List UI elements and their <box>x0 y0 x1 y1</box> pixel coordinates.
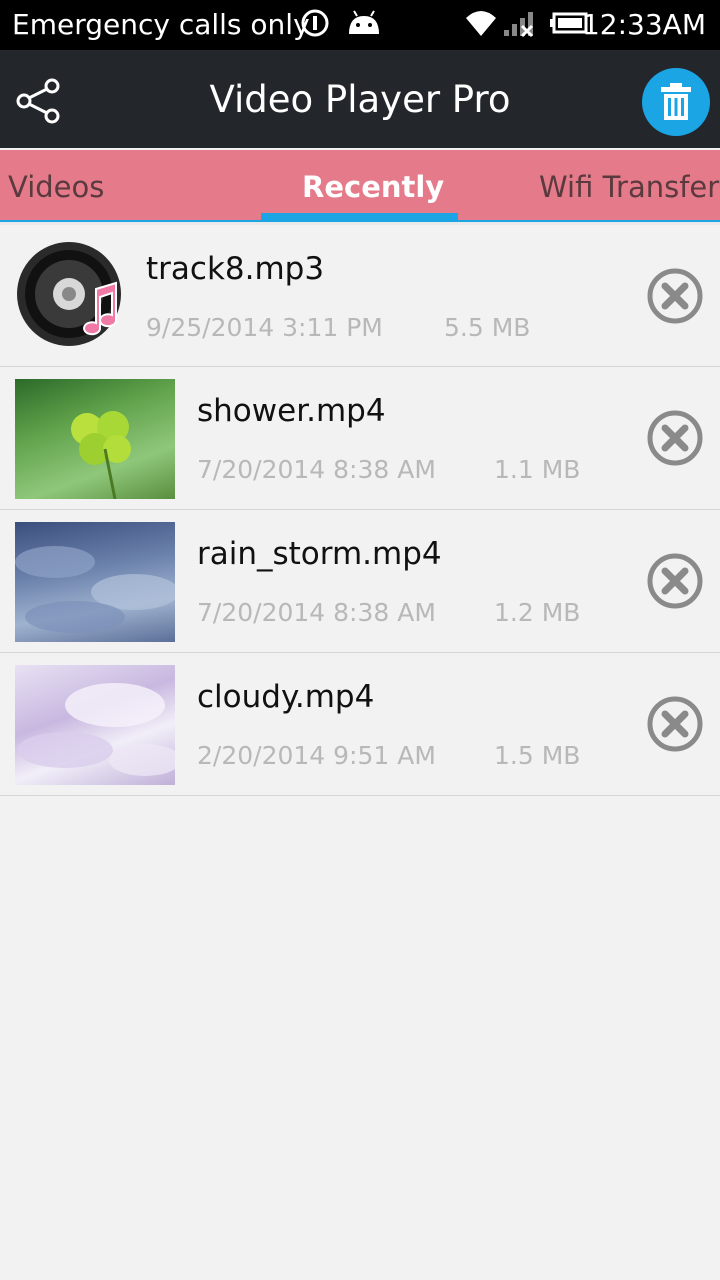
tab-videos[interactable]: Videos <box>8 170 104 204</box>
list-item[interactable]: shower.mp4 7/20/2014 8:38 AM 1.1 MB <box>0 367 720 510</box>
file-size: 1.2 MB <box>494 598 581 627</box>
close-icon <box>647 553 703 609</box>
carrier-text: Emergency calls only <box>12 8 310 41</box>
video-thumbnail <box>15 665 181 785</box>
app-title: Video Player Pro <box>209 78 511 121</box>
close-icon <box>647 410 703 466</box>
recent-files-list: track8.mp3 9/25/2014 3:11 PM 5.5 MB show… <box>0 225 720 796</box>
delete-button[interactable] <box>646 267 704 325</box>
file-date: 2/20/2014 9:51 AM <box>197 741 436 770</box>
file-size: 1.5 MB <box>494 741 581 770</box>
video-thumbnail <box>15 522 179 642</box>
tab-bar: Videos Recently Wifi Transfer <box>0 150 720 225</box>
video-thumbnail <box>15 379 175 500</box>
file-size: 1.1 MB <box>494 455 581 484</box>
android-icon <box>345 8 383 42</box>
list-item[interactable]: cloudy.mp4 2/20/2014 9:51 AM 1.5 MB <box>0 653 720 796</box>
file-date: 7/20/2014 8:38 AM <box>197 598 436 627</box>
file-name: rain_storm.mp4 <box>197 536 442 572</box>
close-icon <box>647 696 703 752</box>
file-date: 7/20/2014 8:38 AM <box>197 455 436 484</box>
delete-button[interactable] <box>646 552 704 610</box>
signal-icon <box>502 8 536 42</box>
active-tab-indicator <box>261 213 458 220</box>
file-size: 5.5 MB <box>444 313 531 342</box>
music-disc-icon <box>16 241 126 351</box>
file-name: shower.mp4 <box>197 393 386 429</box>
list-item[interactable]: rain_storm.mp4 7/20/2014 8:38 AM 1.2 MB <box>0 510 720 653</box>
wifi-icon <box>464 8 498 42</box>
file-date: 9/25/2014 3:11 PM <box>146 313 383 342</box>
tab-recently[interactable]: Recently <box>302 170 444 204</box>
delete-button[interactable] <box>646 409 704 467</box>
status-bar: Emergency calls only 12:33AM <box>0 0 720 50</box>
trash-icon <box>661 83 691 120</box>
action-bar: Video Player Pro <box>0 50 720 148</box>
tab-wifi-transfer[interactable]: Wifi Transfer <box>539 170 719 204</box>
file-name: cloudy.mp4 <box>197 679 375 715</box>
file-name: track8.mp3 <box>146 251 325 287</box>
list-item[interactable]: track8.mp3 9/25/2014 3:11 PM 5.5 MB <box>0 225 720 367</box>
delete-button[interactable] <box>646 695 704 753</box>
trash-button[interactable] <box>642 68 710 136</box>
close-icon <box>647 268 703 324</box>
clock: 12:33AM <box>581 8 706 41</box>
sync-icon <box>300 8 330 42</box>
